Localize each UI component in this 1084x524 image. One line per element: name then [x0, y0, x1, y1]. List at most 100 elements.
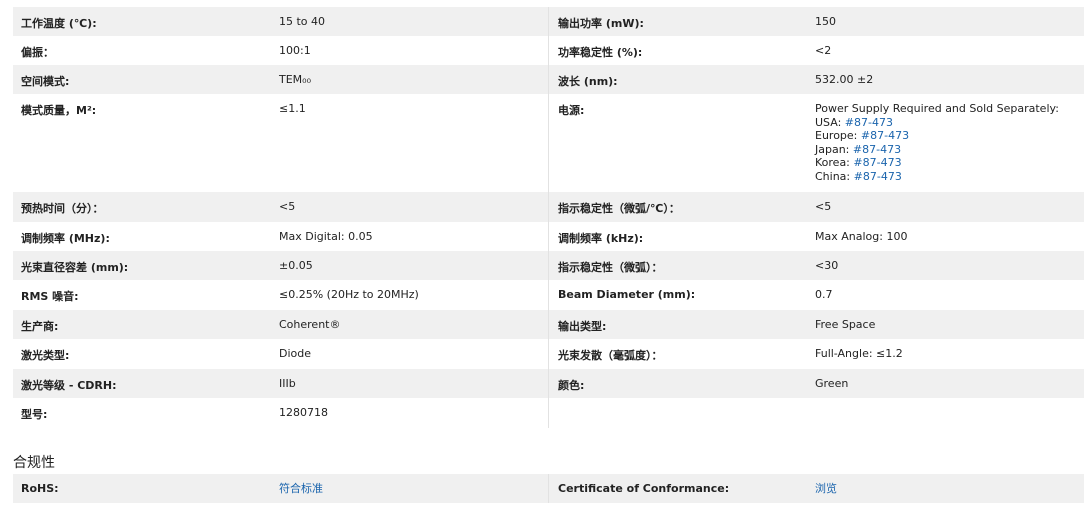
part-number-link[interactable]: #87-473 [845, 116, 893, 129]
spec-value [815, 406, 1084, 420]
part-number-link[interactable]: #87-473 [853, 156, 901, 169]
spec-cell-right: 输出功率 (mW): 150 [548, 7, 1084, 36]
spec-cell-right: 输出类型: Free Space [548, 310, 1084, 339]
spec-label: Beam Diameter (mm): [558, 288, 696, 301]
spec-label: 型号: [21, 408, 48, 421]
spec-label: 输出功率 (mW): [558, 17, 644, 30]
spec-cell-right: 电源: Power Supply Required and Sold Separ… [548, 94, 1084, 192]
spec-value: ±0.05 [279, 259, 313, 272]
spec-value: Free Space [815, 318, 876, 331]
power-supply-item: USA: #87-473 [815, 116, 1084, 130]
part-number-link[interactable]: #87-473 [853, 143, 901, 156]
spec-label: RMS 噪音: [21, 290, 79, 303]
region-label: Korea: [815, 156, 850, 169]
region-label: Europe: [815, 129, 858, 142]
certificate-label: Certificate of Conformance: [558, 482, 730, 495]
power-supply-item: China: #87-473 [815, 170, 1084, 184]
spec-cell-left: 生产商: Coherent® [13, 310, 548, 339]
rohs-label: RoHS: [21, 482, 59, 495]
spec-cell-left: 模式质量，M²: ≤1.1 [13, 94, 548, 192]
spec-label: 激光类型: [21, 349, 70, 362]
spec-cell-left: 激光等级 - CDRH: IIIb [13, 369, 548, 398]
spec-value: 532.00 ±2 [815, 73, 874, 86]
spec-cell-right: Beam Diameter (mm): 0.7 [548, 280, 1084, 310]
spec-label: 工作温度 (℃): [21, 17, 97, 30]
spec-label: 颜色: [558, 379, 585, 392]
spec-row: 生产商: Coherent® 输出类型: Free Space [13, 310, 1084, 339]
spec-label [549, 406, 815, 420]
spec-value: Max Digital: 0.05 [279, 230, 373, 243]
spec-cell-right: 指示稳定性（微弧/℃）： <5 [548, 192, 1084, 222]
spec-label: 调制频率 (MHz): [21, 232, 110, 245]
spec-value: 0.7 [815, 288, 833, 301]
spec-value: ≤1.1 [279, 102, 306, 115]
spec-row: 激光类型: Diode 光束发散（毫弧度）： Full-Angle: ≤1.2 [13, 339, 1084, 369]
spec-cell-left: 工作温度 (℃): 15 to 40 [13, 7, 548, 36]
part-number-link[interactable]: #87-473 [854, 170, 902, 183]
spec-label: 光束直径容差 (mm): [21, 261, 129, 274]
spec-row: 光束直径容差 (mm): ±0.05 指示稳定性（微弧）： <30 [13, 251, 1084, 280]
part-number-link[interactable]: #87-473 [861, 129, 909, 142]
spec-label: 波长 (nm): [558, 75, 618, 88]
spec-value: <5 [279, 200, 296, 213]
spec-value: <30 [815, 259, 839, 272]
spec-row: 空间模式: TEM₀₀ 波长 (nm): 532.00 ±2 [13, 65, 1084, 94]
spec-label: 调制频率 (kHz): [558, 232, 644, 245]
spec-value: Full-Angle: ≤1.2 [815, 347, 903, 360]
spec-label: 指示稳定性（微弧）： [558, 261, 663, 274]
spec-cell-right [548, 398, 1084, 428]
view-certificate-link[interactable]: 浏览 [815, 482, 837, 495]
spec-value: 150 [815, 15, 836, 28]
region-label: USA: [815, 115, 842, 129]
spec-value: Coherent® [279, 318, 341, 331]
compliance-row: RoHS: 符合标准 Certificate of Conformance: 浏… [13, 474, 1084, 503]
spec-cell-right: 指示稳定性（微弧）： <30 [548, 251, 1084, 280]
spec-cell-left: 空间模式: TEM₀₀ [13, 65, 548, 94]
spec-cell-right: 波长 (nm): 532.00 ±2 [548, 65, 1084, 94]
spec-label: 偏振： [21, 46, 54, 59]
spec-row: 模式质量，M²: ≤1.1 电源: Power Supply Required … [13, 94, 1084, 192]
spec-value: 100:1 [279, 44, 311, 57]
spec-cell-right: 光束发散（毫弧度）： Full-Angle: ≤1.2 [548, 339, 1084, 369]
spec-label: 指示稳定性（微弧/℃）： [558, 202, 680, 215]
spec-cell-right: 颜色: Green [548, 369, 1084, 398]
spec-row: 调制频率 (MHz): Max Digital: 0.05 调制频率 (kHz)… [13, 222, 1084, 251]
spec-label: 光束发散（毫弧度）： [558, 349, 663, 362]
spec-cell-left: 型号: 1280718 [13, 398, 548, 428]
power-supply-item: Korea: #87-473 [815, 156, 1084, 170]
spec-cell-right: 功率稳定性 (%): <2 [548, 36, 1084, 65]
power-supply-item: Europe: #87-473 [815, 129, 1084, 143]
spec-value: 15 to 40 [279, 15, 326, 28]
compliance-table: RoHS: 符合标准 Certificate of Conformance: 浏… [13, 474, 1084, 503]
spec-label: 预热时间（分）： [21, 202, 104, 215]
spec-value: <5 [815, 200, 832, 213]
spec-row: 型号: 1280718 [13, 398, 1084, 428]
spec-value: IIIb [279, 377, 296, 390]
spec-value: Max Analog: 100 [815, 230, 908, 243]
spec-label: 功率稳定性 (%): [558, 46, 643, 59]
compliance-cell-left: RoHS: 符合标准 [13, 474, 548, 503]
spec-cell-left: 调制频率 (MHz): Max Digital: 0.05 [13, 222, 548, 251]
spec-cell-left: 预热时间（分）： <5 [13, 192, 548, 222]
spec-row: RMS 噪音: ≤0.25% (20Hz to 20MHz) Beam Diam… [13, 280, 1084, 310]
power-supply-intro: Power Supply Required and Sold Separatel… [815, 102, 1059, 115]
spec-value: Green [815, 377, 849, 390]
spec-label: 生产商: [21, 320, 59, 333]
spec-label: 电源: [558, 104, 585, 117]
spec-row: 预热时间（分）： <5 指示稳定性（微弧/℃）： <5 [13, 192, 1084, 222]
spec-cell-right: 调制频率 (kHz): Max Analog: 100 [548, 222, 1084, 251]
spec-label: 空间模式: [21, 75, 70, 88]
spec-value: <2 [815, 44, 832, 57]
spec-cell-left: 偏振： 100:1 [13, 36, 548, 65]
spec-cell-left: 激光类型: Diode [13, 339, 548, 369]
spec-label: 输出类型: [558, 320, 607, 333]
spec-row: 激光等级 - CDRH: IIIb 颜色: Green [13, 369, 1084, 398]
region-label: China: [815, 169, 851, 183]
spec-cell-left: 光束直径容差 (mm): ±0.05 [13, 251, 548, 280]
spec-value: ≤0.25% (20Hz to 20MHz) [279, 288, 419, 301]
compliance-section-title: 合规性 [13, 455, 55, 471]
specifications-table: 工作温度 (℃): 15 to 40 输出功率 (mW): 150 偏振： 10… [13, 7, 1084, 428]
rohs-compliant-link[interactable]: 符合标准 [279, 482, 323, 495]
spec-value: TEM₀₀ [279, 73, 311, 86]
power-supply-item: Japan: #87-473 [815, 143, 1084, 157]
